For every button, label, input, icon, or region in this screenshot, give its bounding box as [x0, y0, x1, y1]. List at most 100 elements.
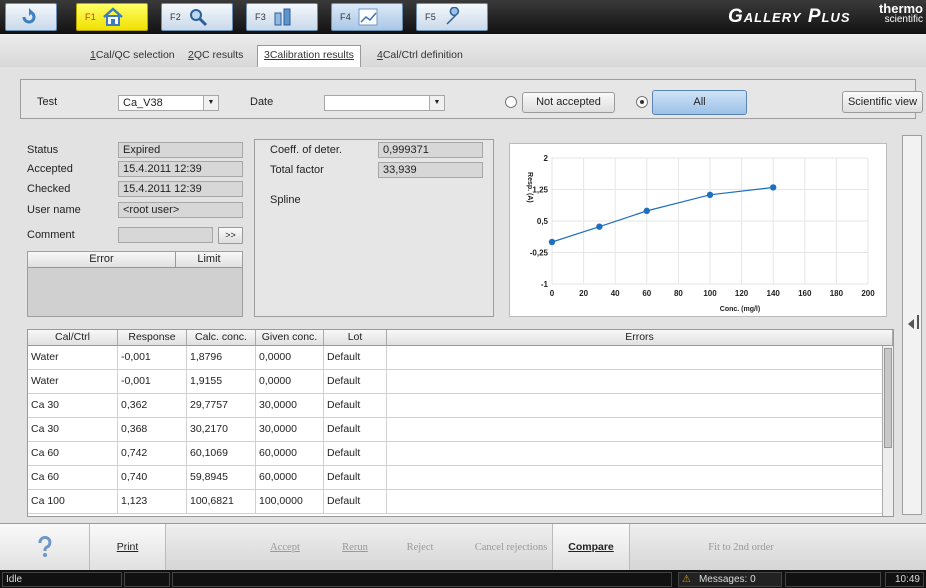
tab-cal-qc-selection[interactable]: 1Cal/QC selection	[84, 46, 181, 67]
print-button[interactable]: Print	[90, 524, 166, 571]
date-label: Date	[250, 96, 274, 108]
f3-label: F3	[255, 12, 267, 22]
all-button[interactable]: All	[652, 90, 747, 115]
x-tick-label: 20	[579, 289, 588, 298]
f2-label: F2	[170, 12, 182, 22]
col-lot[interactable]: Lot	[324, 330, 387, 345]
accept-button[interactable]: Accept	[255, 524, 315, 571]
data-point	[596, 223, 603, 230]
tab-cal-ctrl-definition[interactable]: 4Cal/Ctrl definition	[371, 46, 469, 67]
status-value: Expired	[118, 142, 243, 158]
vials-button[interactable]: F3	[246, 3, 318, 31]
rerun-button[interactable]: Rerun	[330, 524, 380, 571]
series-line	[551, 186, 774, 243]
f1-label: F1	[85, 12, 97, 22]
top-function-bar: F1 F2 F3 F4 F5 Gallery Plus thermo scien…	[0, 0, 926, 34]
main-panel: Test Ca_V38 ▼ Date ▼ Not accepted All Sci…	[0, 67, 926, 523]
coeff-label: Coeff. of deter.	[270, 144, 342, 156]
table-cell: Water	[28, 370, 118, 393]
comment-expand-button[interactable]: >>	[218, 227, 243, 244]
collapse-arrow-icon[interactable]	[908, 319, 914, 329]
not-accepted-button[interactable]: Not accepted	[522, 92, 615, 113]
tab-qc-results[interactable]: 2QC results	[182, 46, 249, 67]
table-cell: Ca 60	[28, 442, 118, 465]
messages-button[interactable]: ⚠ Messages: 0	[678, 572, 782, 587]
refresh-button[interactable]	[5, 3, 57, 31]
cancel-rejections-button[interactable]: Cancel rejections	[470, 524, 552, 571]
status-label: Status	[27, 144, 59, 156]
table-cell	[387, 394, 893, 417]
x-tick-label: 100	[703, 289, 717, 298]
checked-label: Checked	[27, 183, 71, 195]
x-tick-label: 60	[642, 289, 651, 298]
test-select[interactable]: Ca_V38 ▼	[118, 95, 219, 111]
search-button[interactable]: F2	[161, 3, 233, 31]
table-scrollbar[interactable]	[882, 346, 893, 516]
checked-value: 15.4.2011 12:39	[118, 181, 243, 197]
error-table: Error Limit	[27, 251, 243, 317]
accepted-label: Accepted	[27, 163, 73, 175]
x-tick-label: 160	[798, 289, 812, 298]
table-cell	[387, 466, 893, 489]
user-name-value: <root user>	[118, 202, 243, 218]
f5-label: F5	[425, 12, 437, 22]
table-cell: Ca 30	[28, 418, 118, 441]
x-tick-label: 140	[767, 289, 781, 298]
table-row[interactable]: Ca 30 0,362 29,7757 30,0000 Default	[28, 394, 893, 418]
col-response[interactable]: Response	[118, 330, 187, 345]
comment-label: Comment	[27, 229, 75, 241]
table-cell: 0,740	[118, 466, 187, 489]
table-cell: Ca 100	[28, 490, 118, 513]
table-cell	[387, 442, 893, 465]
f4-label: F4	[340, 12, 352, 22]
scientific-view-button[interactable]: Scientific view	[842, 91, 923, 113]
table-row[interactable]: Water -0,001 1,9155 0,0000 Default	[28, 370, 893, 394]
thermo-logo: thermo scientific	[859, 2, 923, 31]
table-cell: 60,1069	[187, 442, 256, 465]
table-row[interactable]: Ca 30 0,368 30,2170 30,0000 Default	[28, 418, 893, 442]
help-button[interactable]	[0, 524, 90, 571]
not-accepted-radio[interactable]	[505, 96, 517, 108]
accepted-value: 15.4.2011 12:39	[118, 161, 243, 177]
all-radio[interactable]	[636, 96, 648, 108]
table-cell: 0,0000	[256, 346, 324, 369]
chart-button[interactable]: F4	[331, 3, 403, 31]
compare-button[interactable]: Compare	[552, 524, 630, 571]
table-cell: Default	[324, 394, 387, 417]
table-row[interactable]: Ca 60 0,742 60,1069 60,0000 Default	[28, 442, 893, 466]
data-point	[548, 238, 556, 246]
table-cell: 0,742	[118, 442, 187, 465]
table-scroll-thumb[interactable]	[884, 348, 892, 448]
table-cell: 30,0000	[256, 418, 324, 441]
x-tick-label: 40	[611, 289, 620, 298]
col-errors[interactable]: Errors	[387, 330, 893, 345]
x-tick-label: 200	[861, 289, 875, 298]
comment-field[interactable]	[118, 227, 213, 243]
table-cell: -0,001	[118, 346, 187, 369]
table-row[interactable]: Water -0,001 1,8796 0,0000 Default	[28, 346, 893, 370]
reject-button[interactable]: Reject	[395, 524, 445, 571]
table-cell: 29,7757	[187, 394, 256, 417]
date-select[interactable]: ▼	[324, 95, 445, 111]
status-cell-1	[124, 572, 170, 587]
table-cell	[387, 418, 893, 441]
fit-2nd-order-button[interactable]: Fit to 2nd order	[696, 524, 786, 571]
table-cell: 1,8796	[187, 346, 256, 369]
table-row[interactable]: Ca 60 0,740 59,8945 60,0000 Default	[28, 466, 893, 490]
table-row[interactable]: Ca 100 1,123 100,6821 100,0000 Default	[28, 490, 893, 514]
status-bar: Idle ⚠ Messages: 0 10:49	[0, 570, 926, 588]
col-given-conc[interactable]: Given conc.	[256, 330, 324, 345]
maintenance-button[interactable]: F5	[416, 3, 488, 31]
col-cal-ctrl[interactable]: Cal/Ctrl	[28, 330, 118, 345]
tab-calibration-results[interactable]: 3Calibration results	[257, 45, 361, 67]
table-cell: 30,2170	[187, 418, 256, 441]
question-icon	[38, 535, 51, 557]
col-calc-conc[interactable]: Calc. conc.	[187, 330, 256, 345]
coeff-value: 0,999371	[378, 142, 483, 158]
table-cell: 1,123	[118, 490, 187, 513]
home-button[interactable]: F1	[76, 3, 148, 31]
table-cell: Water	[28, 346, 118, 369]
limit-column-header: Limit	[197, 253, 221, 265]
warning-icon: ⚠	[682, 574, 691, 585]
logo-line2: scientific	[884, 14, 923, 25]
